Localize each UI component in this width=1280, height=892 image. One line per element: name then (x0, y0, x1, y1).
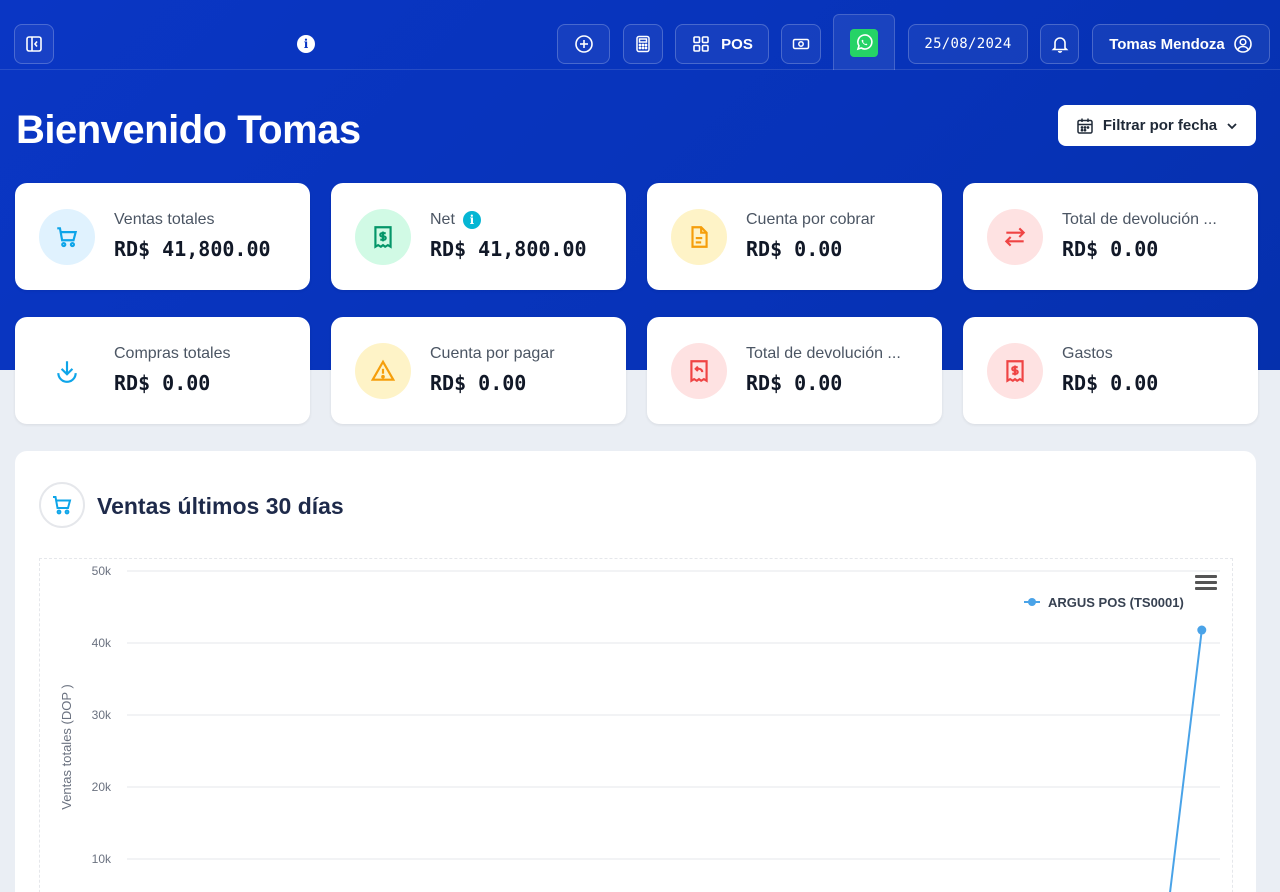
stat-label: Gastos (1062, 345, 1113, 362)
stat-label: Compras totales (114, 345, 231, 362)
stat-label: Total de devolución ... (1062, 211, 1217, 228)
chevron-down-icon (1227, 122, 1237, 129)
receipt-dollar-icon (1006, 360, 1024, 383)
y-tick-label: 20k (92, 780, 112, 794)
stat-card-cuenta-por-cobrar[interactable]: Cuenta por cobrar RD$ 0.00 (647, 183, 942, 290)
panel-icon-wrap (39, 482, 85, 528)
stat-value: RD$ 41,800.00 (114, 237, 271, 261)
whatsapp-tab[interactable] (833, 14, 895, 70)
download-icon (57, 361, 77, 383)
stat-value: RD$ 0.00 (746, 371, 843, 395)
stat-icon-wrap (987, 343, 1043, 399)
y-tick-label: 40k (92, 636, 112, 650)
sales-line-chart: 10k 20k 30k 40k 50k Ventas totales (DOP ) ARGU… (59, 564, 1220, 892)
series-line (1169, 629, 1203, 892)
stat-icon-wrap (39, 343, 95, 399)
notifications-button[interactable] (1040, 24, 1079, 64)
exchange-icon (1004, 227, 1026, 247)
date-filter-label: Filtrar por fecha (1102, 117, 1218, 134)
cart-icon (57, 227, 78, 248)
calculator-icon (636, 35, 650, 53)
info-icon[interactable]: i (297, 35, 315, 53)
user-menu-button[interactable]: Tomas Mendoza (1092, 24, 1270, 64)
calendar-icon (1077, 118, 1093, 134)
stat-card-ventas-totales[interactable]: Ventas totales RD$ 41,800.00 (15, 183, 310, 290)
stat-label: Cuenta por pagar (430, 345, 555, 362)
y-tick-label: 50k (92, 564, 112, 578)
pos-button[interactable]: POS (675, 24, 769, 64)
stat-card-gastos[interactable]: Gastos RD$ 0.00 (963, 317, 1258, 424)
stat-card-cuenta-por-pagar[interactable]: Cuenta por pagar RD$ 0.00 (331, 317, 626, 424)
cash-register-button[interactable] (781, 24, 821, 64)
date-filter-button[interactable]: Filtrar por fecha (1058, 105, 1256, 146)
stat-label: Net (430, 211, 455, 228)
page-title: Bienvenido Tomas (16, 108, 361, 152)
user-circle-icon (1233, 35, 1252, 53)
user-name: Tomas Mendoza (1109, 35, 1225, 53)
stat-card-net[interactable]: Net i RD$ 41,800.00 (331, 183, 626, 290)
grid-icon (693, 36, 709, 52)
plus-circle-icon (574, 35, 593, 53)
stat-label: Ventas totales (114, 211, 215, 228)
date-display[interactable]: 25/08/2024 (908, 24, 1028, 64)
stat-card-compras-totales[interactable]: Compras totales RD$ 0.00 (15, 317, 310, 424)
sidebar-toggle-button[interactable] (14, 24, 54, 64)
cart-icon (53, 496, 72, 515)
receipt-return-icon (690, 360, 708, 383)
y-tick-label: 10k (92, 852, 112, 866)
stat-card-total-devolucion-compras[interactable]: Total de devolución ... RD$ 0.00 (647, 317, 942, 424)
receipt-dollar-icon (374, 226, 392, 249)
y-axis-label: Ventas totales (DOP ) (59, 684, 74, 810)
chart-area: 10k 20k 30k 40k 50k Ventas totales (DOP ) ARGU… (39, 558, 1233, 892)
data-point (1197, 625, 1207, 635)
y-tick-label: 30k (92, 708, 112, 722)
stat-card-total-devolucion-ventas[interactable]: Total de devolución ... RD$ 0.00 (963, 183, 1258, 290)
bell-icon (1051, 37, 1068, 53)
stat-value: RD$ 0.00 (1062, 371, 1159, 395)
stat-value: RD$ 0.00 (114, 371, 211, 395)
stat-value: RD$ 0.00 (1062, 237, 1159, 261)
pos-label: POS (721, 35, 753, 53)
stat-icon-wrap (355, 343, 411, 399)
whatsapp-icon (850, 28, 878, 57)
stat-value: RD$ 0.00 (430, 371, 527, 395)
document-icon (691, 226, 708, 248)
warning-icon (370, 359, 396, 381)
stat-value: RD$ 0.00 (746, 237, 843, 261)
sidebar-collapse-icon (26, 36, 42, 52)
add-button[interactable] (557, 24, 610, 64)
chart-panel-title: Ventas últimos 30 días (97, 493, 344, 519)
top-navigation-bar: i POS 25/08/2024 Tomas Mendoza (0, 0, 1280, 70)
legend-marker (1028, 598, 1036, 606)
stat-label: Total de devolución ... (746, 345, 901, 362)
stat-icon-wrap (355, 209, 411, 265)
stat-label: Cuenta por cobrar (746, 211, 875, 228)
legend-label: ARGUS POS (TS0001) (1048, 595, 1184, 610)
stat-icon-wrap (671, 209, 727, 265)
money-icon (792, 38, 810, 50)
stat-icon-wrap (987, 209, 1043, 265)
stat-icon-wrap (39, 209, 95, 265)
calculator-button[interactable] (623, 24, 663, 64)
stat-icon-wrap (671, 343, 727, 399)
chart-menu-icon[interactable] (1195, 575, 1217, 593)
stat-value: RD$ 41,800.00 (430, 237, 587, 261)
info-icon[interactable]: i (462, 211, 481, 229)
sales-chart-panel: Ventas últimos 30 días 10k 20k 30k 40k 50k Ve… (15, 451, 1256, 892)
